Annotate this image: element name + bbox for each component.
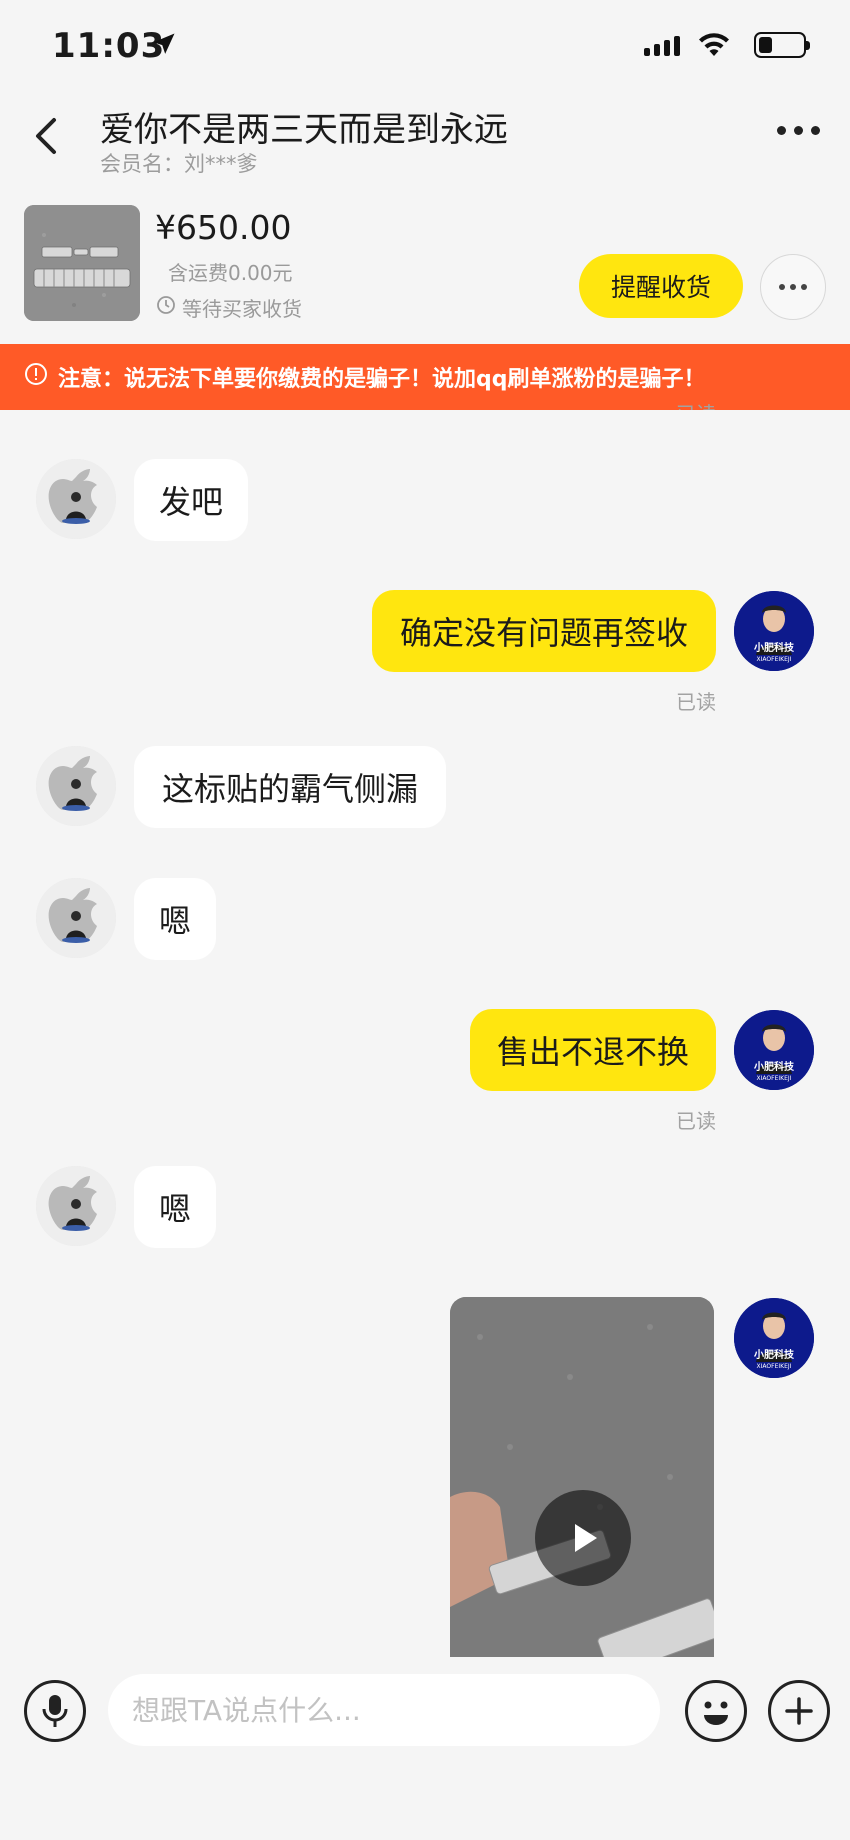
buyer-avatar[interactable]	[36, 746, 116, 826]
shipping-fee: 含运费0.00元	[168, 261, 293, 285]
more-options-button[interactable]	[777, 126, 820, 135]
remind-receipt-button[interactable]: 提醒收货	[579, 254, 743, 318]
message-bubble[interactable]: 这标贴的霸气侧漏	[134, 746, 446, 828]
svg-text:XIAOFEIKEJI: XIAOFEIKEJI	[757, 656, 792, 663]
message-bubble[interactable]: 售出不退不换	[470, 1009, 716, 1091]
product-price: ¥650.00	[155, 208, 292, 247]
buyer-avatar[interactable]	[36, 878, 116, 958]
play-button[interactable]	[535, 1490, 631, 1586]
message-bubble[interactable]: 嗯	[134, 1166, 216, 1248]
order-status: 等待买家收货	[156, 293, 302, 322]
status-time: 11:03	[52, 26, 166, 66]
cellular-signal-icon	[644, 36, 680, 56]
warning-banner: 注意：说无法下单要你缴费的是骗子！说加qq刷单涨粉的是骗子！	[0, 344, 850, 410]
read-receipt: 已读	[676, 690, 716, 714]
svg-text:XIAOFEIKEJI: XIAOFEIKEJI	[757, 1363, 792, 1370]
order-status-text: 等待买家收货	[182, 297, 302, 321]
buyer-avatar[interactable]	[36, 1166, 116, 1246]
product-thumbnail[interactable]	[24, 205, 140, 321]
video-message[interactable]	[450, 1297, 714, 1657]
seller-avatar[interactable]: 小肥科技 XIAOFEIKEJI	[734, 1298, 814, 1378]
read-receipt: 已读	[676, 1109, 716, 1133]
clock-icon	[156, 295, 176, 320]
seller-avatar[interactable]: 小肥科技 XIAOFEIKEJI	[734, 591, 814, 671]
seller-avatar[interactable]: 小肥科技 XIAOFEIKEJI	[734, 1010, 814, 1090]
svg-text:XIAOFEIKEJI: XIAOFEIKEJI	[757, 1075, 792, 1082]
message-input[interactable]	[108, 1674, 660, 1746]
buyer-avatar[interactable]	[36, 459, 116, 539]
svg-text:小肥科技: 小肥科技	[753, 641, 795, 654]
order-more-button[interactable]	[760, 254, 826, 320]
emoji-button[interactable]	[685, 1680, 747, 1742]
message-bubble[interactable]: 确定没有问题再签收	[372, 590, 716, 672]
wifi-icon	[696, 30, 732, 62]
svg-text:小肥科技: 小肥科技	[753, 1060, 795, 1073]
warning-icon	[24, 362, 48, 392]
message-bubble[interactable]: 发吧	[134, 459, 248, 541]
svg-text:小肥科技: 小肥科技	[753, 1348, 795, 1361]
read-receipt: 已读	[676, 398, 716, 410]
message-bubble[interactable]: 嗯	[134, 878, 216, 960]
location-arrow-icon	[150, 30, 178, 62]
conversation-title: 爱你不是两三天而是到永远	[100, 110, 508, 150]
member-name: 会员名：刘***爹	[100, 152, 258, 176]
warning-text: 注意：说无法下单要你缴费的是骗子！说加qq刷单涨粉的是骗子！	[58, 367, 706, 392]
add-attachment-button[interactable]	[768, 1680, 830, 1742]
battery-icon	[754, 32, 810, 58]
voice-input-button[interactable]	[24, 1680, 86, 1742]
back-button[interactable]	[26, 112, 66, 164]
